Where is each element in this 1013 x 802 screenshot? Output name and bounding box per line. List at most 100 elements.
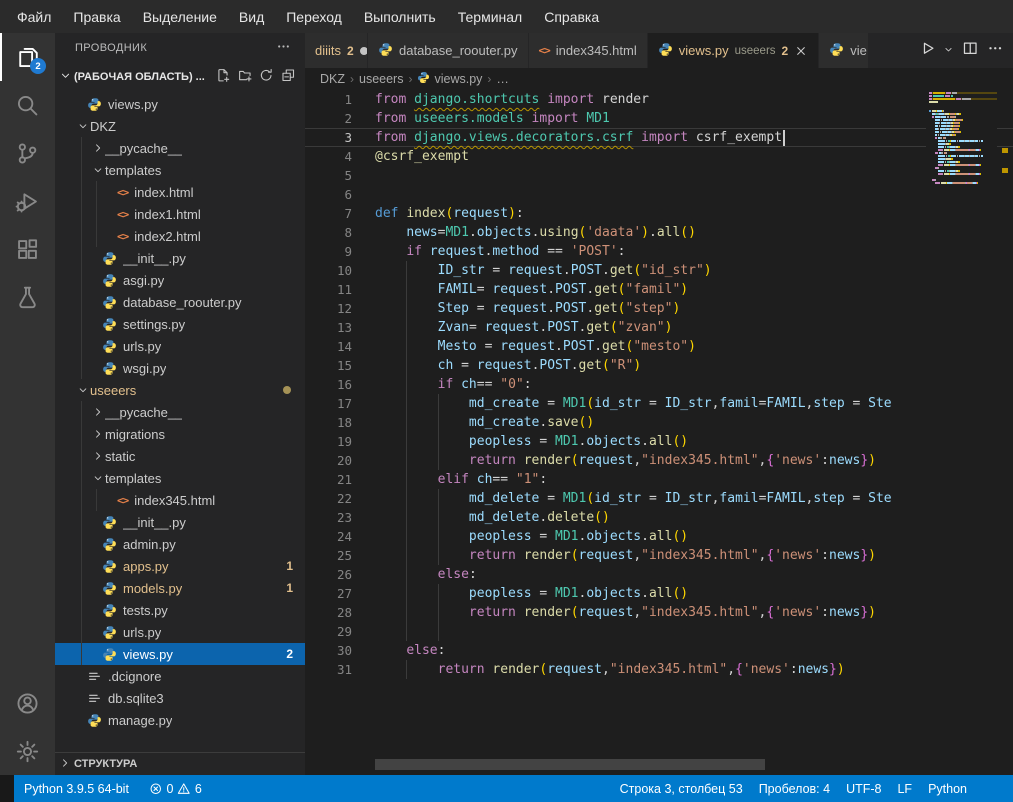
activitybar-run-debug[interactable] xyxy=(0,177,55,225)
chevron-down-icon[interactable] xyxy=(943,42,954,60)
breadcrumb-item-useeers[interactable]: useeers xyxy=(359,72,403,86)
tab-diiits[interactable]: diiits2 xyxy=(305,33,368,68)
tab-views.py[interactable]: views.pyuseeers2 xyxy=(648,33,819,68)
chevron-down-icon xyxy=(75,120,90,132)
tree-item-__init__.py[interactable]: __init__.py xyxy=(55,247,305,269)
tree-item-admin.py[interactable]: admin.py xyxy=(55,533,305,555)
tree-item-manage.py[interactable]: manage.py xyxy=(55,709,305,731)
more-icon[interactable] xyxy=(987,40,1004,62)
chevron-down-icon xyxy=(75,384,90,396)
tree-item-tests.py[interactable]: tests.py xyxy=(55,599,305,621)
tree-item-apps.py[interactable]: apps.py1 xyxy=(55,555,305,577)
tree-item-.dcignore[interactable]: .dcignore xyxy=(55,665,305,687)
activitybar-settings[interactable] xyxy=(0,727,55,775)
search-icon xyxy=(15,93,40,118)
tree-item-views.py[interactable]: views.py xyxy=(55,93,305,115)
tree-item-index1.html[interactable]: <>index1.html xyxy=(55,203,305,225)
more-actions-icon[interactable] xyxy=(276,39,291,57)
python-icon xyxy=(87,97,102,112)
tree-item-asgi.py[interactable]: asgi.py xyxy=(55,269,305,291)
new-file-icon[interactable] xyxy=(216,68,231,86)
tree-item-index2.html[interactable]: <>index2.html xyxy=(55,225,305,247)
tree-item-models.py[interactable]: models.py1 xyxy=(55,577,305,599)
run-icon[interactable] xyxy=(919,40,936,62)
menu-item-2[interactable]: Правка xyxy=(62,0,131,33)
minimap-line xyxy=(929,149,997,151)
new-folder-icon[interactable] xyxy=(238,68,253,86)
cursor-position-status[interactable]: Строка 3, столбец 53 xyxy=(620,782,743,796)
tree-item-templates[interactable]: templates xyxy=(55,467,305,489)
account-icon xyxy=(15,691,40,716)
close-icon[interactable] xyxy=(794,44,808,58)
chevron-down-icon xyxy=(90,164,105,176)
line-number: 25 xyxy=(305,546,375,565)
menu-item-3[interactable]: Выделение xyxy=(132,0,228,33)
minimap[interactable] xyxy=(926,90,997,193)
line-text: md_create.save() xyxy=(375,413,594,432)
tab-bar: diiits2database_roouter.py<>index345.htm… xyxy=(305,33,1013,68)
activitybar-account[interactable] xyxy=(0,679,55,727)
menu-item-5[interactable]: Переход xyxy=(275,0,353,33)
indent-guide xyxy=(406,413,407,432)
menu-item-6[interactable]: Выполнить xyxy=(353,0,447,33)
tree-item-templates[interactable]: templates xyxy=(55,159,305,181)
horizontal-scrollbar-thumb[interactable] xyxy=(375,759,765,770)
tree-item-DKZ[interactable]: DKZ xyxy=(55,115,305,137)
indent-guide xyxy=(438,508,439,527)
tree-item-label: apps.py xyxy=(123,559,169,574)
minimap-line xyxy=(929,143,997,145)
workspace-section-header[interactable]: (РАБОЧАЯ ОБЛАСТЬ) ... xyxy=(55,63,305,90)
tab-database_roouter.py[interactable]: database_roouter.py xyxy=(368,33,529,68)
split-editor-icon[interactable] xyxy=(962,40,979,62)
tree-item-index.html[interactable]: <>index.html xyxy=(55,181,305,203)
menu-item-1[interactable]: Файл xyxy=(6,0,62,33)
activitybar-search[interactable] xyxy=(0,81,55,129)
indentation-status[interactable]: Пробелов: 4 xyxy=(759,782,830,796)
line-text: return render(request,"index345.html",{'… xyxy=(375,451,876,470)
tree-item-useeers[interactable]: useeers xyxy=(55,379,305,401)
breadcrumb-label: useeers xyxy=(359,72,403,86)
code-editor[interactable]: 1from django.shortcuts import render2fro… xyxy=(305,90,1013,775)
activitybar-explorer[interactable]: 2 xyxy=(0,33,55,81)
problems-status[interactable]: 0 6 xyxy=(149,782,202,796)
activitybar-source-control[interactable] xyxy=(0,129,55,177)
python-interpreter-status[interactable]: Python 3.9.5 64-bit xyxy=(24,782,129,796)
tree-item-urls.py[interactable]: urls.py xyxy=(55,335,305,357)
line-number: 21 xyxy=(305,470,375,489)
indent-guide xyxy=(81,467,82,489)
indent-guide xyxy=(438,527,439,546)
vertical-scrollbar[interactable] xyxy=(997,90,1013,775)
activitybar-testing[interactable] xyxy=(0,273,55,321)
tree-item-urls.py[interactable]: urls.py xyxy=(55,621,305,643)
refresh-icon[interactable] xyxy=(259,68,274,86)
code-line-25: 25 return render(request,"index345.html"… xyxy=(305,546,1013,565)
encoding-status[interactable]: UTF-8 xyxy=(846,782,881,796)
tree-item-database_roouter.py[interactable]: database_roouter.py xyxy=(55,291,305,313)
activitybar-extensions[interactable] xyxy=(0,225,55,273)
tree-item-views.py[interactable]: views.py2 xyxy=(55,643,305,665)
eol-status[interactable]: LF xyxy=(897,782,912,796)
breadcrumb-item-DKZ[interactable]: DKZ xyxy=(320,72,345,86)
tree-item-__pycache__[interactable]: __pycache__ xyxy=(55,137,305,159)
tree-item-__init__.py[interactable]: __init__.py xyxy=(55,511,305,533)
menu-item-8[interactable]: Справка xyxy=(533,0,610,33)
language-mode-status[interactable]: Python xyxy=(928,782,967,796)
tree-item-index345.html[interactable]: <>index345.html xyxy=(55,489,305,511)
tree-item-__pycache__[interactable]: __pycache__ xyxy=(55,401,305,423)
tab-vie[interactable]: vie xyxy=(819,33,869,68)
outline-section-header[interactable]: СТРУКТУРА xyxy=(55,752,305,775)
tab-index345.html[interactable]: <>index345.html xyxy=(529,33,648,68)
tree-item-settings.py[interactable]: settings.py xyxy=(55,313,305,335)
tree-item-migrations[interactable]: migrations xyxy=(55,423,305,445)
collapse-all-icon[interactable] xyxy=(281,68,296,86)
tree-item-static[interactable]: static xyxy=(55,445,305,467)
breadcrumb-item-views.py[interactable]: views.py xyxy=(417,71,482,87)
indent-guide xyxy=(96,181,97,203)
tree-item-label: static xyxy=(105,449,135,464)
minimap-line xyxy=(929,119,997,121)
tree-item-db.sqlite3[interactable]: db.sqlite3 xyxy=(55,687,305,709)
tree-item-wsgi.py[interactable]: wsgi.py xyxy=(55,357,305,379)
menu-item-7[interactable]: Терминал xyxy=(447,0,533,33)
menu-item-4[interactable]: Вид xyxy=(228,0,275,33)
breadcrumb-item-…[interactable]: … xyxy=(496,72,509,86)
